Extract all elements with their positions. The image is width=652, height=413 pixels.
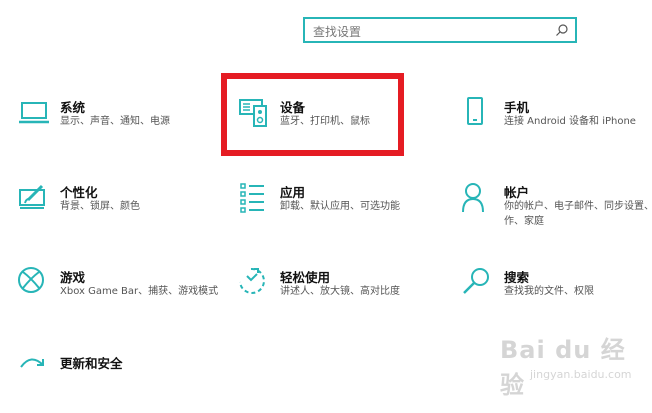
- tile-ease-of-access[interactable]: 轻松使用 讲述人、放大镜、高对比度: [238, 267, 448, 327]
- watermark: Bai du 经验 jingyan.baidu.com: [500, 330, 650, 399]
- tile-desc: 连接 Android 设备和 iPhone: [504, 116, 636, 127]
- tile-personalization[interactable]: 个性化 背景、锁屏、颜色: [18, 182, 228, 242]
- highlight-box: [221, 73, 404, 156]
- tile-desc: Xbox Game Bar、捕获、游戏模式: [60, 286, 219, 297]
- tile-desc: 卸载、默认应用、可选功能: [280, 201, 400, 212]
- watermark-url: jingyan.baidu.com: [530, 368, 632, 381]
- search-box[interactable]: 查找设置: [303, 17, 577, 43]
- phone-icon: [467, 97, 483, 125]
- tile-desc: 背景、锁屏、颜色: [60, 201, 140, 212]
- tile-system[interactable]: 系统 显示、声音、通知、电源: [18, 97, 228, 157]
- tile-update-security[interactable]: 更新和安全: [18, 353, 228, 413]
- ease-of-access-icon: [239, 267, 265, 294]
- update-icon: [20, 358, 44, 368]
- tile-apps[interactable]: 应用 卸载、默认应用、可选功能: [238, 182, 448, 242]
- laptop-icon: [19, 102, 49, 124]
- tile-desc: 讲述人、放大镜、高对比度: [280, 286, 400, 297]
- tile-accounts[interactable]: 帐户 你的帐户、电子邮件、同步设置、工作、家庭: [462, 182, 652, 242]
- tile-title: 更新和安全: [60, 356, 123, 371]
- search-placeholder: 查找设置: [313, 25, 362, 39]
- search-icon: [463, 268, 489, 294]
- person-icon: [462, 183, 484, 213]
- tile-desc: 你的帐户、电子邮件、同步设置、工作、家庭: [504, 201, 652, 227]
- tile-phone[interactable]: 手机 连接 Android 设备和 iPhone: [462, 97, 652, 157]
- apps-list-icon: [240, 183, 264, 213]
- tile-desc: 查找我的文件、权限: [504, 286, 594, 297]
- xbox-icon: [18, 267, 44, 293]
- tile-gaming[interactable]: 游戏 Xbox Game Bar、捕获、游戏模式: [18, 267, 228, 327]
- paint-monitor-icon: [19, 184, 45, 209]
- search-icon: [556, 24, 568, 36]
- tile-search[interactable]: 搜索 查找我的文件、权限: [462, 267, 652, 327]
- tile-desc: 显示、声音、通知、电源: [60, 116, 170, 127]
